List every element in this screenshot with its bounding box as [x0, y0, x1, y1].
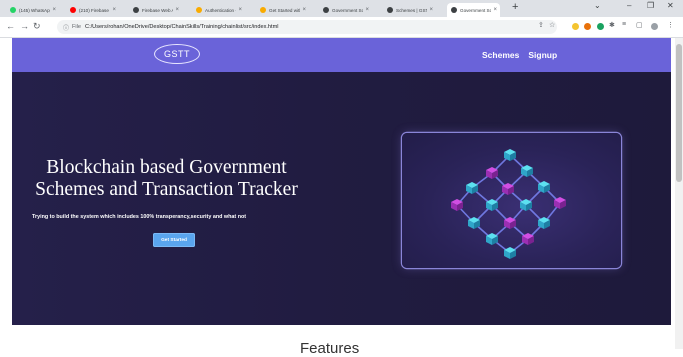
tab-close-icon[interactable]: ×: [175, 7, 179, 13]
tab-title: Authentication -: [205, 7, 237, 13]
extension-icon[interactable]: [572, 23, 579, 30]
site-navbar: GSTT Schemes Signup: [12, 38, 671, 72]
tab-favicon-icon: [10, 7, 16, 13]
nav-link-signup[interactable]: Signup: [528, 50, 557, 60]
tab-favicon-icon: [196, 7, 202, 13]
menu-kebab-icon[interactable]: ⋮: [667, 21, 674, 29]
browser-tab[interactable]: (210) Firebase W×: [66, 3, 119, 17]
browser-tab[interactable]: (145) WhatsApp ×: [6, 3, 59, 17]
back-icon[interactable]: ←: [6, 21, 15, 31]
tab-title: (145) WhatsApp: [19, 7, 51, 13]
tab-title: Government Sch: [332, 7, 364, 13]
extensions-puzzle-icon[interactable]: ✱: [609, 21, 615, 29]
tab-title: Firebase Web Au: [142, 7, 173, 13]
browser-tab[interactable]: Get Started with ×: [256, 3, 309, 17]
tab-close-icon[interactable]: ×: [493, 7, 497, 13]
address-bar[interactable]: ⓘ File C:/Users/rohan/OneDrive/Desktop/C…: [57, 20, 557, 34]
reading-list-icon[interactable]: ≡: [622, 21, 626, 28]
tab-title: Get Started with: [269, 7, 301, 13]
forward-icon[interactable]: →: [20, 21, 29, 31]
info-icon[interactable]: ⓘ: [63, 23, 69, 32]
site-logo[interactable]: GSTT: [154, 44, 200, 64]
hero-subtitle: Trying to build the system which include…: [32, 214, 247, 220]
share-icon[interactable]: ⇪: [538, 21, 544, 29]
address-url: C:/Users/rohan/OneDrive/Desktop/ChainSki…: [85, 24, 279, 30]
reload-icon[interactable]: ↻: [33, 21, 41, 32]
get-started-button[interactable]: Get Started: [153, 233, 195, 247]
address-scheme: File: [72, 24, 82, 30]
tab-close-icon[interactable]: ×: [238, 7, 242, 13]
tab-title: Schemes | GSTT: [396, 7, 427, 13]
tab-strip: (145) WhatsApp×(210) Firebase W×Firebase…: [0, 0, 683, 17]
extension-icon[interactable]: [597, 23, 604, 30]
tab-favicon-icon: [133, 7, 139, 13]
hero-title: Blockchain based Government Schemes and …: [24, 157, 309, 201]
page-viewport: GSTT Schemes Signup Blockchain based Gov…: [0, 38, 683, 357]
browser-tab[interactable]: Schemes | GSTT×: [383, 3, 436, 17]
browser-toolbar: ← → ↻ ⓘ File C:/Users/rohan/OneDrive/Des…: [0, 17, 683, 38]
tab-search-chevron-icon[interactable]: ⌄: [594, 1, 601, 10]
tab-favicon-icon: [70, 7, 76, 13]
minimize-icon[interactable]: –: [627, 1, 631, 10]
browser-tab[interactable]: Government Sch ×: [319, 3, 372, 17]
nav-links: Schemes Signup: [482, 50, 557, 60]
profile-avatar-icon[interactable]: [651, 23, 658, 30]
hero-title-line-2: Schemes and Transaction Tracker: [35, 179, 298, 200]
side-panel-icon[interactable]: ▢: [636, 21, 643, 29]
scrollbar-thumb[interactable]: [676, 44, 682, 182]
tab-close-icon[interactable]: ×: [302, 7, 306, 13]
hero-section: Blockchain based Government Schemes and …: [12, 72, 671, 325]
tab-close-icon[interactable]: ×: [52, 7, 56, 13]
restore-icon[interactable]: ❐: [647, 1, 654, 10]
browser-tab[interactable]: Government Sch ×: [447, 3, 500, 17]
blockchain-network-graphic: [451, 149, 566, 259]
tab-favicon-icon: [323, 7, 329, 13]
browser-tab[interactable]: Firebase Web Au×: [129, 3, 182, 17]
browser-tab[interactable]: Authentication - ×: [192, 3, 245, 17]
tab-title: Government Sch: [460, 7, 492, 13]
hero-title-line-1: Blockchain based Government: [46, 157, 287, 178]
tab-close-icon[interactable]: ×: [429, 7, 433, 13]
tab-close-icon[interactable]: ×: [112, 7, 116, 13]
bookmark-star-icon[interactable]: ☆: [549, 21, 555, 29]
extension-icon[interactable]: [584, 23, 591, 30]
blockchain-illustration: [402, 133, 621, 268]
new-tab-button[interactable]: +: [512, 1, 518, 13]
tab-favicon-icon: [451, 7, 457, 13]
tab-favicon-icon: [387, 7, 393, 13]
tab-close-icon[interactable]: ×: [365, 7, 369, 13]
tab-title: (210) Firebase W: [79, 7, 110, 13]
nav-link-schemes[interactable]: Schemes: [482, 50, 519, 60]
close-window-icon[interactable]: ✕: [667, 1, 674, 10]
tab-favicon-icon: [260, 7, 266, 13]
